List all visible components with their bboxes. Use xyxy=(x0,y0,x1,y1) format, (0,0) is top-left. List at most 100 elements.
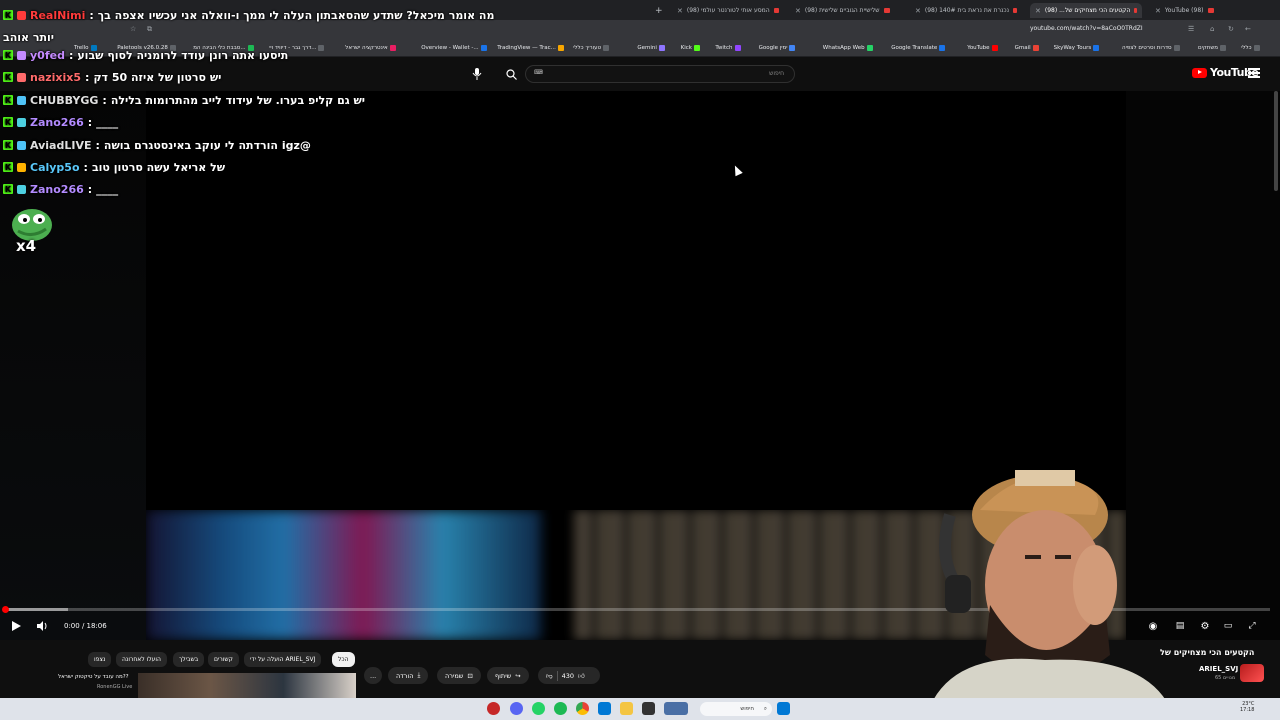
star-icon[interactable]: ☆ xyxy=(130,25,136,33)
close-tab-icon[interactable]: ✕ xyxy=(915,7,921,15)
browser-tab[interactable]: ✕ המסע אותי לטורנטר עולמי (98) xyxy=(672,3,784,18)
bookmark-item[interactable]: סדרות וסרטים לצפיה xyxy=(1122,45,1180,51)
window-preview-icon[interactable] xyxy=(664,702,688,715)
channel-avatar[interactable] xyxy=(1240,664,1264,682)
chat-text: יש גם קליפ בערו. של עידוד לייב מהתרומות … xyxy=(110,93,366,107)
bookmark-item[interactable]: SkyWay Tours xyxy=(1054,45,1100,51)
buffered-bar xyxy=(5,608,68,611)
bookmark-item[interactable]: Kick xyxy=(681,45,700,51)
theater-mode-button[interactable]: ▭ xyxy=(1220,618,1236,634)
suggested-video-title[interactable]: מה עובד על טיקטוק ישראל?? xyxy=(58,674,129,680)
chip-label: הועלה על ידי ARIEL_SVJ xyxy=(250,656,316,663)
bookmark-item[interactable]: Overview - Wallet -... xyxy=(421,45,487,51)
chip-for-you[interactable]: בשבילך xyxy=(173,652,205,667)
bookmark-item[interactable]: Google ימין xyxy=(759,45,796,51)
bookmark-item[interactable]: אינטרקציה ישראל xyxy=(345,45,396,51)
chip-watched[interactable]: נצפו xyxy=(88,652,112,667)
browser-tab[interactable]: ✕ נכנרת את נראת בית 140# (98) xyxy=(910,3,1022,18)
search-button[interactable] xyxy=(500,65,522,83)
youtube-play-logo-icon xyxy=(1192,67,1207,78)
close-tab-icon[interactable]: ✕ xyxy=(1155,7,1161,15)
chat-separator: : xyxy=(95,138,100,152)
voice-search-button[interactable] xyxy=(468,65,486,83)
chat-badge-icon xyxy=(17,117,26,127)
fullscreen-button[interactable]: ⤢ xyxy=(1244,618,1260,634)
browser-tab-active[interactable]: ✕ הקטעים הכי מצחיקים של... (98) xyxy=(1030,3,1142,18)
bookmark-item[interactable]: משחקים xyxy=(1198,45,1227,51)
app-icon[interactable] xyxy=(487,702,500,715)
chip-all[interactable]: הכל xyxy=(332,652,355,667)
whatsapp-icon[interactable] xyxy=(532,702,545,715)
bookmark-label: כללי xyxy=(1241,45,1252,51)
search-input[interactable]: חיפוש ⌨ xyxy=(525,65,795,83)
bookmark-item[interactable]: טעוריך כללי xyxy=(573,45,610,51)
windows-start-icon[interactable] xyxy=(777,702,790,715)
chat-username: y0fed xyxy=(30,48,65,62)
app-icon[interactable] xyxy=(642,702,655,715)
chip-recent[interactable]: הועלו לאחרונה xyxy=(116,652,167,667)
dislike-icon[interactable]: 👎︎ xyxy=(546,672,553,680)
chat-separator: : xyxy=(83,160,88,174)
chip-label: הועלו לאחרונה xyxy=(122,656,161,663)
taskbar-search[interactable]: חיפוש ⌕ xyxy=(700,702,772,716)
back-icon[interactable]: ← xyxy=(1245,25,1251,33)
discord-icon[interactable] xyxy=(510,702,523,715)
browser-tab[interactable]: ✕ שלישיית הגוביים שלישית (98) xyxy=(790,3,902,18)
chat-separator: : xyxy=(102,93,107,107)
page-scrollbar[interactable] xyxy=(1274,91,1278,191)
close-tab-icon[interactable]: ✕ xyxy=(1035,7,1041,15)
bookmark-favicon-icon xyxy=(389,45,396,51)
bookmark-favicon-icon xyxy=(1032,45,1039,51)
chat-text: ____ xyxy=(96,115,119,129)
like-icon[interactable]: 👍︎ xyxy=(578,672,585,680)
browser-tab[interactable]: ✕ YouTube (98) xyxy=(1150,3,1230,18)
system-clock[interactable]: 23°C 17:18 xyxy=(1240,701,1254,713)
save-button[interactable]: שמירה ⊡ xyxy=(437,667,481,684)
new-tab-button[interactable]: + xyxy=(650,3,666,18)
chip-related[interactable]: קשורים xyxy=(208,652,239,667)
play-icon xyxy=(11,621,21,631)
keyboard-icon[interactable]: ⌨ xyxy=(534,69,543,76)
bookmark-item[interactable]: WhatsApp Web xyxy=(823,45,873,51)
bookmark-favicon-icon xyxy=(734,45,741,51)
bookmark-item[interactable]: Google Translate xyxy=(891,45,946,51)
bookmark-favicon-icon xyxy=(318,45,325,51)
store-icon[interactable] xyxy=(598,702,611,715)
bookmark-item[interactable]: Twitch xyxy=(715,45,741,51)
bookmark-item[interactable]: TradingView — Trac... xyxy=(497,45,564,51)
download-button[interactable]: הורדה ⤓ xyxy=(388,667,429,684)
more-actions-button[interactable]: ... xyxy=(364,667,383,684)
chat-username: CHUBBYGG xyxy=(30,93,99,107)
streamer-webcam xyxy=(925,470,1175,720)
scrubber-handle[interactable] xyxy=(2,606,9,613)
close-tab-icon[interactable]: ✕ xyxy=(677,7,683,15)
bookmark-item[interactable]: Gemini xyxy=(637,45,665,51)
subscriber-count: 65 מנויים xyxy=(1215,675,1236,681)
chrome-icon[interactable] xyxy=(576,702,589,715)
tune-icon[interactable]: ☰ xyxy=(1188,25,1194,33)
bookmark-item[interactable]: YouTube xyxy=(967,45,998,51)
bookmark-item[interactable]: Gmail xyxy=(1015,45,1039,51)
bookmark-label: Google Translate xyxy=(891,45,938,51)
kick-badge-icon: K xyxy=(3,184,13,194)
folder-icon[interactable] xyxy=(620,702,633,715)
home-icon[interactable]: ⌂ xyxy=(1210,25,1214,33)
bookmark-favicon-icon xyxy=(991,45,998,51)
suggested-video-thumbnail[interactable] xyxy=(138,673,356,698)
chip-uploaded-by[interactable]: הועלה על ידי ARIEL_SVJ xyxy=(244,652,322,667)
refresh-icon[interactable]: ↻ xyxy=(1228,25,1234,33)
volume-button[interactable] xyxy=(34,618,50,634)
bookmark-favicon-icon xyxy=(603,45,610,51)
download-icon: ⤓ xyxy=(417,671,421,679)
settings-button[interactable]: ⚙ xyxy=(1197,618,1213,634)
bookmark-item[interactable]: כללי xyxy=(1241,45,1260,51)
youtube-favicon-icon xyxy=(1134,8,1137,13)
spotify-icon[interactable] xyxy=(554,702,567,715)
share-button[interactable]: שיתוף ↪ xyxy=(487,667,529,684)
extension-icon[interactable]: ⧉ xyxy=(147,25,152,34)
url-field[interactable]: youtube.com/watch?v=8aCoO0TRdZI xyxy=(1030,25,1143,32)
channel-name[interactable]: ARIEL_SVJ xyxy=(1199,665,1238,673)
play-button[interactable] xyxy=(8,618,24,634)
close-tab-icon[interactable]: ✕ xyxy=(795,7,801,15)
hamburger-menu-icon[interactable] xyxy=(1248,68,1260,78)
